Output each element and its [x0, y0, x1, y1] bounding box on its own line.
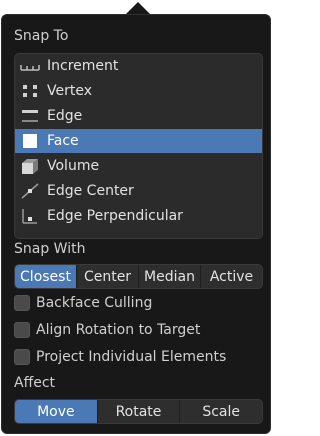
snap-item-edge-center[interactable]: Edge Center: [15, 179, 262, 203]
snap-item-label: Increment: [47, 58, 119, 74]
snap-to-list: Increment Vertex Edge Face Volume Edge C…: [14, 53, 263, 239]
affect-scale[interactable]: Scale: [179, 400, 262, 423]
affect-rotate[interactable]: Rotate: [96, 400, 180, 423]
align-rotation-label: Align Rotation to Target: [36, 322, 201, 338]
increment-icon: [15, 54, 47, 78]
affect-selector: Move Rotate Scale: [14, 399, 263, 424]
affect-move[interactable]: Move: [15, 400, 97, 423]
snap-item-label: Face: [47, 133, 79, 149]
vertex-icon: [15, 79, 47, 103]
affect-heading: Affect: [14, 375, 56, 391]
snap-item-vertex[interactable]: Vertex: [15, 79, 262, 103]
edge-center-icon: [15, 179, 47, 203]
align-rotation-option[interactable]: Align Rotation to Target: [14, 320, 200, 340]
snap-item-edge-perpendicular[interactable]: Edge Perpendicular: [15, 204, 262, 228]
snap-item-increment[interactable]: Increment: [15, 54, 262, 78]
snap-item-label: Edge Center: [47, 183, 134, 199]
snap-item-label: Edge Perpendicular: [47, 208, 183, 224]
snap-with-center[interactable]: Center: [76, 265, 138, 288]
snapping-popover: Snap To Increment Vertex Edge Face Volum…: [1, 14, 271, 434]
snap-item-label: Vertex: [47, 83, 93, 99]
snap-item-volume[interactable]: Volume: [15, 154, 262, 178]
snap-with-selector: Closest Center Median Active: [14, 264, 263, 289]
project-individual-label: Project Individual Elements: [36, 349, 227, 365]
snap-with-heading: Snap With: [14, 241, 86, 257]
backface-culling-label: Backface Culling: [36, 295, 153, 311]
snap-item-label: Edge: [47, 108, 83, 124]
snap-with-closest[interactable]: Closest: [15, 265, 76, 288]
backface-culling-checkbox[interactable]: [14, 295, 30, 311]
edge-icon: [15, 104, 47, 128]
snap-item-edge[interactable]: Edge: [15, 104, 262, 128]
align-rotation-checkbox[interactable]: [14, 322, 30, 338]
snap-with-median[interactable]: Median: [138, 265, 200, 288]
snap-to-heading: Snap To: [14, 28, 69, 44]
project-individual-checkbox[interactable]: [14, 349, 30, 365]
snap-item-label: Volume: [47, 158, 100, 174]
snap-with-active[interactable]: Active: [200, 265, 262, 288]
project-individual-option[interactable]: Project Individual Elements: [14, 347, 226, 367]
backface-culling-option[interactable]: Backface Culling: [14, 293, 152, 313]
edge-perpendicular-icon: [15, 204, 47, 228]
snap-item-face[interactable]: Face: [15, 129, 262, 153]
volume-icon: [15, 154, 47, 178]
face-icon: [15, 129, 47, 153]
